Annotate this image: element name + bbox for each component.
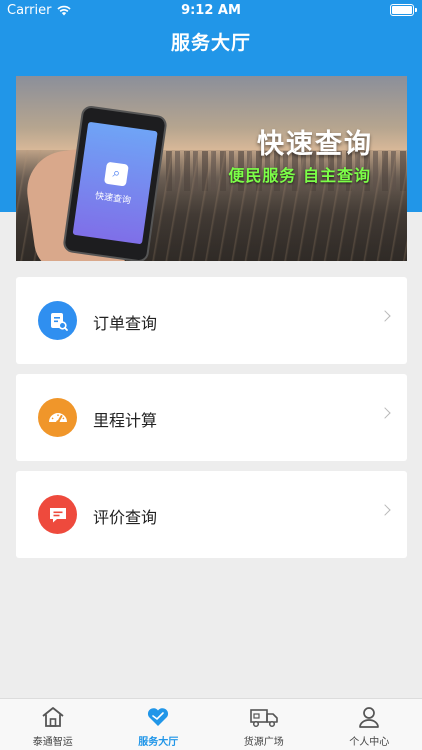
tab-cargo-square[interactable]: 货源广场 (211, 699, 317, 750)
chevron-right-icon (379, 407, 391, 419)
person-icon (359, 707, 380, 728)
speedometer-icon (38, 398, 77, 437)
page-title: 服务大厅 (170, 32, 251, 54)
tab-personal-center[interactable]: 个人中心 (317, 699, 422, 750)
banner-subtitle: 便民服务 自主查询 (228, 166, 371, 185)
tab-label: 货源广场 (243, 737, 284, 748)
order-search-icon (38, 301, 77, 340)
menu-item-mileage-calc[interactable]: 里程计算 (16, 374, 407, 461)
menu-item-order-query[interactable]: 订单查询 (16, 277, 407, 364)
tab-label: 泰通智运 (32, 737, 73, 748)
tab-label: 服务大厅 (138, 737, 179, 748)
comment-icon (38, 495, 77, 534)
chevron-right-icon (379, 504, 391, 516)
truck-icon (249, 709, 278, 728)
search-doc-icon: ⌕ (104, 161, 129, 187)
promo-banner[interactable]: ⌕ 快速查询 快速查询 便民服务 自主查询 (16, 76, 407, 261)
menu-item-label: 里程计算 (93, 411, 158, 430)
tab-home[interactable]: 泰通智运 (0, 699, 106, 750)
tab-label: 个人中心 (349, 737, 390, 748)
phone-app-label: 快速查询 (94, 190, 132, 206)
banner-title: 快速查询 (257, 129, 373, 160)
menu-item-label: 订单查询 (93, 314, 158, 333)
chevron-right-icon (379, 310, 391, 322)
battery-icon (390, 4, 417, 16)
bottom-tab-bar: 泰通智运 服务大厅 货源广场 个人中心 (0, 698, 422, 750)
menu-item-review-query[interactable]: 评价查询 (16, 471, 407, 558)
status-bar: Carrier 9:12 AM (0, 0, 422, 22)
home-icon (42, 707, 64, 727)
tab-service-hall[interactable]: 服务大厅 (106, 699, 212, 750)
menu-item-label: 评价查询 (93, 508, 158, 527)
heart-icon (148, 708, 169, 726)
status-time: 9:12 AM (181, 3, 241, 18)
